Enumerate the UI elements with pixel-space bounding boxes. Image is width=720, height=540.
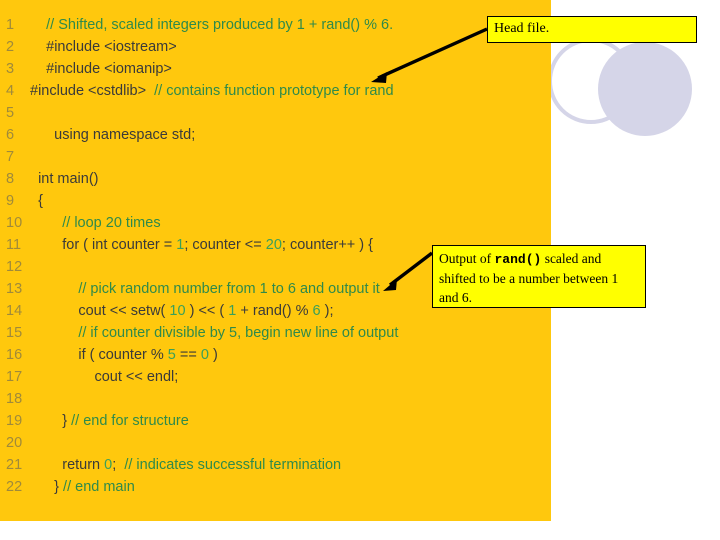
code-line: 20 [0,432,551,454]
callout-head-file: Head file. [487,16,697,43]
code-token: { [38,193,43,209]
decorative-filled-circle [598,42,692,136]
code-line-text: cout << setw( 10 ) << ( 1 + rand() % 6 )… [30,303,333,319]
code-token: #include <iomanip> [46,61,172,77]
code-line-text: // if counter divisible by 5, begin new … [30,325,398,341]
code-line-text: cout << endl; [30,369,178,385]
code-line: 18 [0,388,551,410]
code-line-number: 19 [6,413,23,429]
code-token: cout << endl; [94,369,179,385]
code-line: 16 if ( counter % 5 == 0 ) [0,344,551,366]
code-token: 6 [312,303,321,319]
code-line: 9 { [0,190,551,212]
code-line-text: return 0; // indicates successful termin… [30,457,341,473]
code-line-number: 8 [6,171,15,187]
code-line-number: 2 [6,39,15,55]
code-token: // pick random number from 1 to 6 and ou… [78,281,380,297]
code-token: 10 [169,303,186,319]
code-line: 10 // loop 20 times [0,212,551,234]
code-line-number: 4 [6,83,15,99]
code-line: 8 int main() [0,168,551,190]
code-line-number: 11 [6,237,22,253]
code-line: 1 // Shifted, scaled integers produced b… [0,14,551,36]
code-line-number: 22 [6,479,23,495]
code-line-number: 7 [6,149,15,165]
callout-rand-code: rand() [494,252,542,267]
code-line-number: 16 [6,347,23,363]
code-token: ; [112,457,125,473]
code-line: 15 // if counter divisible by 5, begin n… [0,322,551,344]
code-line: 7 [0,146,551,168]
code-line-number: 1 [6,17,15,33]
code-line: 22 } // end main [0,476,551,498]
code-token: using namespace std; [54,127,196,143]
code-line-text: { [30,193,43,209]
code-line-text: int main() [30,171,99,187]
code-token: ) [208,347,218,363]
code-token: // contains function prototype for rand [154,83,394,99]
code-line: 6 using namespace std; [0,124,551,146]
code-line-number: 18 [6,391,23,407]
code-line: 17 cout << endl; [0,366,551,388]
code-line: 19 } // end for structure [0,410,551,432]
code-line-number: 5 [6,105,15,121]
code-token: for ( int counter = [62,237,177,253]
code-line-text: #include <iomanip> [30,61,172,77]
code-token: // if counter divisible by 5, begin new … [78,325,399,341]
code-token: 0 [200,347,209,363]
code-line-text: if ( counter % 5 == 0 ) [30,347,218,363]
code-token: ; counter++ ) { [281,237,374,253]
code-line-text: // pick random number from 1 to 6 and ou… [30,281,380,297]
code-line-text: } // end for structure [30,413,189,429]
code-line-text: // loop 20 times [30,215,161,231]
callout-head-file-text: Head file. [494,21,550,36]
code-token: // loop 20 times [62,215,161,231]
code-line-number: 20 [6,435,23,451]
code-token: cout << setw( [78,303,170,319]
code-token: ; counter <= [184,237,266,253]
code-line: 21 return 0; // indicates successful ter… [0,454,551,476]
code-token: int main() [38,171,99,187]
code-line-number: 3 [6,61,15,77]
code-line-number: 9 [6,193,15,209]
code-line-number: 6 [6,127,15,143]
code-line-text: } // end main [30,479,135,495]
code-line-text: #include <cstdlib> // contains function … [30,83,394,99]
code-token: + rand() % [236,303,313,319]
code-token: // indicates successful termination [124,457,342,473]
code-token: return [62,457,105,473]
code-line-number: 13 [6,281,23,297]
code-token: #include <cstdlib> [30,83,155,99]
code-token: == [175,347,201,363]
code-line-number: 14 [6,303,23,319]
code-line-number: 12 [6,259,23,275]
callout-rand-output: Output of rand() scaled and shifted to b… [432,245,646,308]
code-token: ); [320,303,334,319]
code-line: 5 [0,102,551,124]
code-token: // end main [63,479,135,495]
code-line: 3 #include <iomanip> [0,58,551,80]
code-line-number: 21 [6,457,23,473]
code-line-number: 15 [6,325,23,341]
slide-canvas: 1 // Shifted, scaled integers produced b… [0,0,720,540]
code-token: } [54,479,64,495]
code-token: #include <iostream> [46,39,177,55]
code-line-text: #include <iostream> [30,39,177,55]
code-token: if ( counter % [78,347,168,363]
code-line-text: using namespace std; [30,127,195,143]
code-token: } [62,413,72,429]
code-token: ) << ( [185,303,229,319]
code-line-number: 10 [6,215,23,231]
code-line: 2 #include <iostream> [0,36,551,58]
code-token: // Shifted, scaled integers produced by … [46,17,394,33]
code-token: 20 [265,237,282,253]
code-line-text: for ( int counter = 1; counter <= 20; co… [30,237,373,253]
code-token: 5 [167,347,176,363]
code-line-number: 17 [6,369,23,385]
code-line: 4 #include <cstdlib> // contains function… [0,80,551,102]
code-line-text: // Shifted, scaled integers produced by … [30,17,393,33]
callout-rand-text-part1: Output of [439,251,495,266]
code-token: // end for structure [71,413,189,429]
